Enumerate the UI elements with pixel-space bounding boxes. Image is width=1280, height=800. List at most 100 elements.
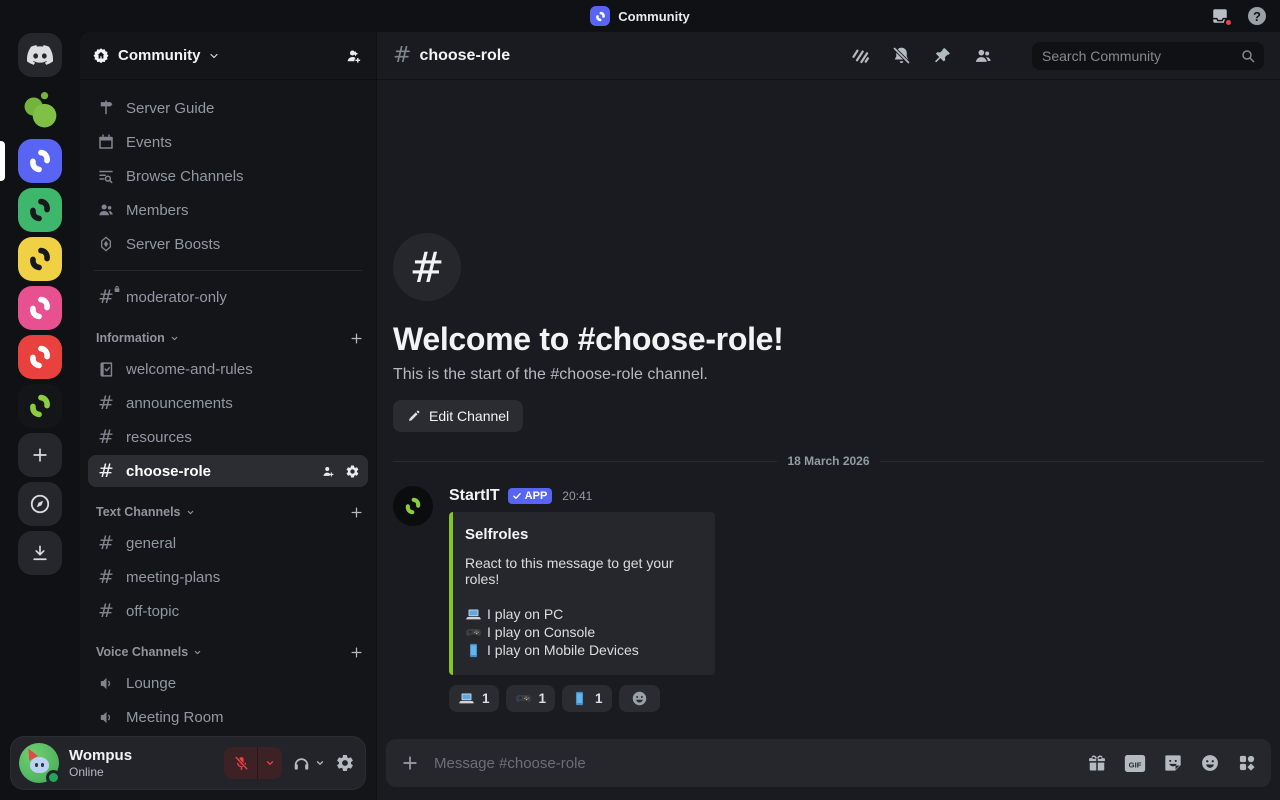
channel-settings-gear-icon[interactable] [345, 464, 360, 479]
message: StartIT APP 20:41 Selfroles React to thi… [377, 474, 1280, 675]
phone-emoji-icon [571, 690, 588, 707]
emoji-picker-icon[interactable] [1200, 753, 1220, 773]
compass-icon [29, 493, 51, 515]
notifications-muted-bell-icon[interactable] [891, 45, 912, 66]
reaction-controller[interactable]: 1 [506, 685, 556, 712]
reaction-laptop[interactable]: 1 [449, 685, 499, 712]
search-icon [1240, 48, 1256, 64]
sidebar-item-server-guide[interactable]: Server Guide [88, 92, 368, 124]
swirl-icon [25, 293, 55, 323]
channel-off-topic[interactable]: # off-topic [88, 595, 368, 627]
laptop-emoji-icon [458, 690, 475, 707]
apps-icon[interactable] [1237, 753, 1257, 773]
pinned-messages-icon[interactable] [932, 46, 952, 66]
channel-welcome-block: # Welcome to #choose-role! This is the s… [377, 233, 1280, 432]
category-text-channels[interactable]: Text Channels [88, 497, 368, 527]
add-reaction-button[interactable] [619, 685, 660, 712]
phone-emoji-icon [465, 642, 482, 659]
server-header[interactable]: Community [80, 32, 376, 80]
channel-resources[interactable]: # resources [88, 421, 368, 453]
channel-welcome-and-rules[interactable]: welcome-and-rules [88, 353, 368, 385]
sidebar-item-server-boosts[interactable]: Server Boosts [88, 228, 368, 260]
server-icon-yellow[interactable] [18, 237, 62, 281]
channel-meeting-plans[interactable]: # meeting-plans [88, 561, 368, 593]
speaker-icon [96, 675, 116, 692]
channel-announcements[interactable]: # announcements [88, 387, 368, 419]
inbox-notification-dot [1224, 18, 1233, 27]
message-author[interactable]: StartIT [449, 487, 500, 505]
discord-home-button[interactable] [18, 33, 62, 77]
user-avatar[interactable] [19, 743, 59, 783]
deafen-options-chevron-icon[interactable] [315, 758, 325, 768]
message-composer[interactable]: GIF [386, 739, 1271, 787]
welcome-subtitle: This is the start of the #choose-role ch… [393, 366, 1264, 384]
invite-people-icon[interactable] [344, 47, 364, 65]
reaction-count: 1 [539, 691, 547, 706]
server-icon-black[interactable] [18, 384, 62, 428]
server-name: Community [118, 47, 201, 64]
controller-emoji-icon [515, 690, 532, 707]
invite-to-channel-icon[interactable] [320, 464, 337, 479]
add-server-button[interactable] [18, 433, 62, 477]
message-input[interactable] [434, 755, 1077, 772]
download-icon [30, 543, 50, 563]
server-icon-green[interactable] [18, 188, 62, 232]
search-input[interactable] [1042, 48, 1240, 64]
bot-avatar[interactable] [393, 486, 433, 526]
mute-options-chevron-icon[interactable] [257, 747, 282, 779]
voice-channel-meeting-room[interactable]: Meeting Room [88, 701, 368, 733]
user-settings-gear-icon[interactable] [335, 753, 355, 773]
discord-logo-icon [27, 45, 53, 65]
hash-icon: # [96, 602, 116, 621]
avatar-face [30, 757, 49, 773]
member-list-icon[interactable] [972, 46, 994, 66]
category-voice-channels[interactable]: Voice Channels [88, 637, 368, 667]
embed-title: Selfroles [465, 526, 699, 543]
sidebar-item-members[interactable]: Members [88, 194, 368, 226]
server-icon-green-blobs[interactable] [18, 90, 62, 134]
sidebar-item-browse-channels[interactable]: Browse Channels [88, 160, 368, 192]
edit-channel-button[interactable]: Edit Channel [393, 400, 523, 432]
category-information[interactable]: Information [88, 323, 368, 353]
explore-servers-button[interactable] [18, 482, 62, 526]
create-channel-icon[interactable] [349, 505, 364, 520]
channel-general[interactable]: # general [88, 527, 368, 559]
threads-icon[interactable] [850, 45, 871, 66]
gif-icon[interactable]: GIF [1124, 754, 1146, 773]
laptop-emoji-icon [465, 606, 482, 623]
gift-icon[interactable] [1087, 753, 1107, 773]
sidebar-item-moderator-only[interactable]: # moderator-only [88, 281, 368, 313]
download-button[interactable] [18, 531, 62, 575]
voice-channel-lounge[interactable]: Lounge [88, 667, 368, 699]
verified-check-icon [512, 491, 522, 501]
deafen-button[interactable] [292, 754, 325, 773]
message-embed: Selfroles React to this message to get y… [449, 512, 715, 675]
titlebar: Community ? [0, 0, 1280, 32]
channel-choose-role[interactable]: # choose-role [88, 455, 368, 487]
user-meta[interactable]: Wompus Online [69, 747, 132, 779]
selected-server-pill [0, 141, 5, 181]
welcome-title: Welcome to #choose-role! [393, 321, 1264, 358]
message-timestamp: 20:41 [562, 489, 592, 503]
server-icon-pink[interactable] [18, 286, 62, 330]
server-icon-red[interactable] [18, 335, 62, 379]
attach-plus-icon[interactable] [400, 753, 420, 773]
sidebar-item-events[interactable]: Events [88, 126, 368, 158]
reaction-phone[interactable]: 1 [562, 685, 612, 712]
mic-muted-icon[interactable] [224, 747, 257, 779]
username: Wompus [69, 747, 132, 765]
embed-description: React to this message to get your roles! [465, 555, 699, 587]
hash-icon: # [96, 428, 116, 447]
swirl-icon [25, 342, 55, 372]
mute-button[interactable] [224, 747, 282, 779]
help-icon[interactable]: ? [1248, 7, 1266, 25]
server-icon-community[interactable] [18, 139, 62, 183]
inbox-icon[interactable] [1210, 7, 1230, 25]
sticker-icon[interactable] [1163, 753, 1183, 773]
channel-hash-badge: # [393, 233, 461, 301]
pencil-icon [407, 409, 421, 423]
create-channel-icon[interactable] [349, 331, 364, 346]
embed-role-line: I play on Console [465, 623, 699, 641]
search-box[interactable] [1032, 42, 1264, 70]
create-channel-icon[interactable] [349, 645, 364, 660]
